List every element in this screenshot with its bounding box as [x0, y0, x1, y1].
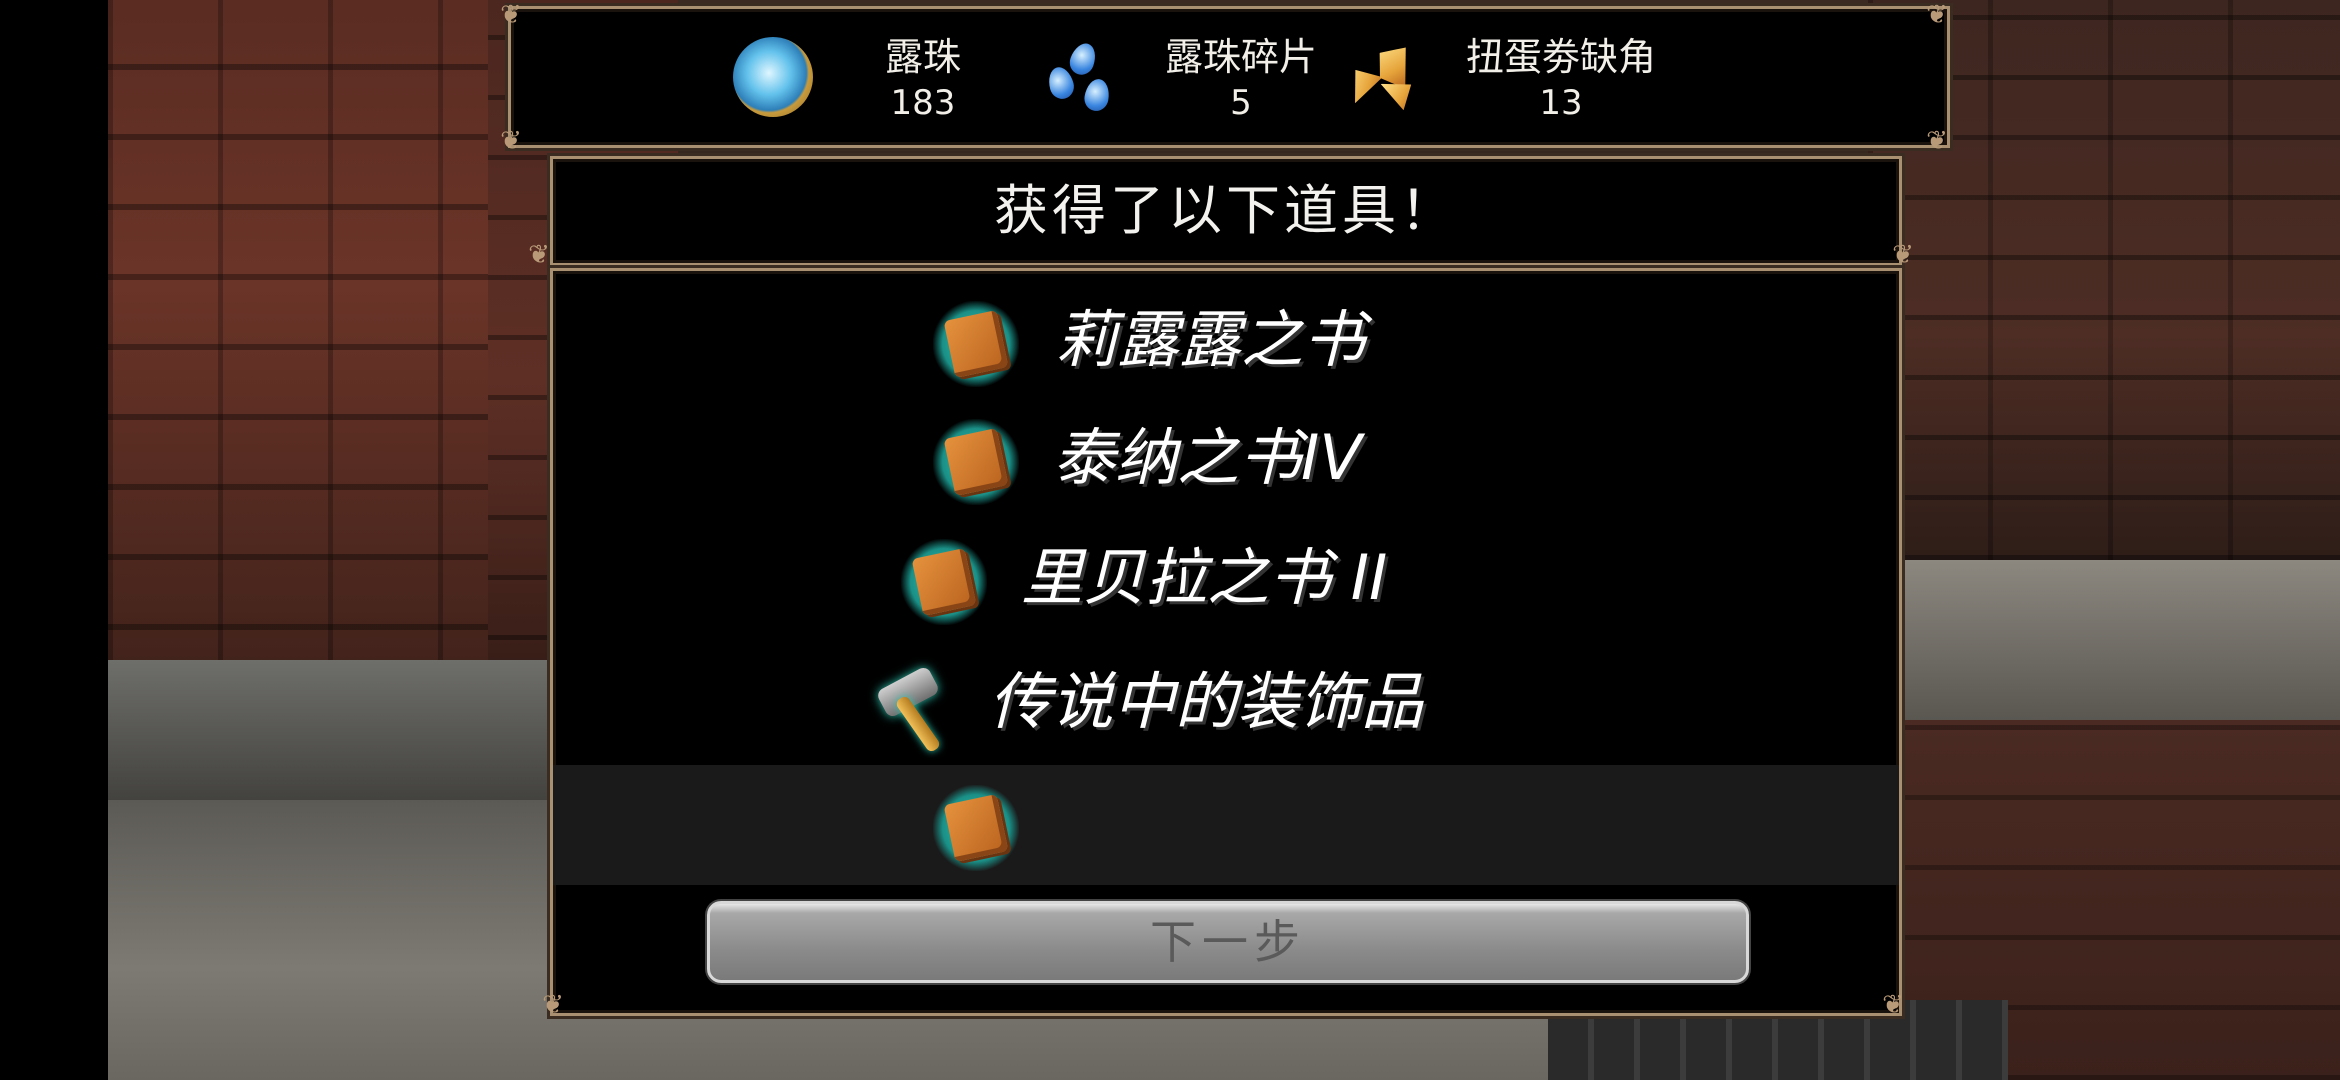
corner-ornament-icon: ❦	[1882, 990, 1904, 1020]
reward-item	[553, 765, 1899, 885]
reward-item-label: 里贝拉之书 II	[1021, 541, 1388, 614]
book-icon	[933, 301, 1019, 387]
reward-item: 泰纳之书IV	[553, 399, 1899, 519]
corner-ornament-icon: ❦	[1892, 240, 1914, 270]
reward-item-label: 莉露露之书	[1055, 303, 1366, 376]
currency-name: 露珠	[884, 35, 961, 79]
left-black-bar	[0, 0, 108, 1080]
reward-item: 里贝拉之书 II	[553, 519, 1899, 639]
currency-gacha-shard: 扭蛋劵缺角 13	[1341, 29, 1701, 129]
reward-item-label: 泰纳之书IV	[1053, 421, 1362, 494]
reward-item: 传说中的装饰品	[553, 643, 1899, 763]
book-icon	[933, 419, 1019, 505]
currency-name: 露珠碎片	[1164, 35, 1317, 79]
book-icon	[933, 785, 1019, 871]
brick-wall-left	[108, 0, 548, 700]
corner-ornament-icon: ❦	[500, 0, 522, 30]
currency-value: 183	[890, 83, 956, 123]
dialog-title-bar: 获得了以下道具！	[550, 156, 1902, 266]
currency-bar: 露珠 183 露珠碎片 5 扭蛋劵缺角 13	[508, 6, 1950, 148]
reward-dialog: 莉露露之书 泰纳之书IV 里贝拉之书 II 传说中的装饰品 下一步	[550, 268, 1902, 1016]
stone-ledge-right	[1868, 560, 2340, 720]
corner-ornament-icon: ❦	[1926, 0, 1948, 30]
corner-ornament-icon: ❦	[542, 990, 564, 1020]
currency-dew-fragment: 露珠碎片 5	[1041, 29, 1381, 129]
currency-name: 扭蛋劵缺角	[1465, 35, 1656, 79]
corner-ornament-icon: ❦	[500, 126, 522, 156]
currency-dew: 露珠 183	[733, 29, 1033, 129]
hammer-icon	[871, 663, 957, 754]
currency-value: 5	[1230, 83, 1252, 123]
dialog-title: 获得了以下道具！	[994, 179, 1458, 242]
dew-orb-icon	[733, 37, 813, 117]
corner-ornament-icon: ❦	[528, 240, 550, 270]
next-button[interactable]: 下一步	[707, 901, 1749, 983]
currency-value: 13	[1539, 83, 1583, 123]
gacha-ticket-shard-icon	[1341, 37, 1421, 117]
reward-item-label: 传说中的装饰品	[989, 665, 1424, 738]
reward-item: 莉露露之书	[553, 281, 1899, 401]
dew-fragment-icon	[1041, 37, 1121, 117]
book-icon	[901, 539, 987, 625]
corner-ornament-icon: ❦	[1926, 126, 1948, 156]
